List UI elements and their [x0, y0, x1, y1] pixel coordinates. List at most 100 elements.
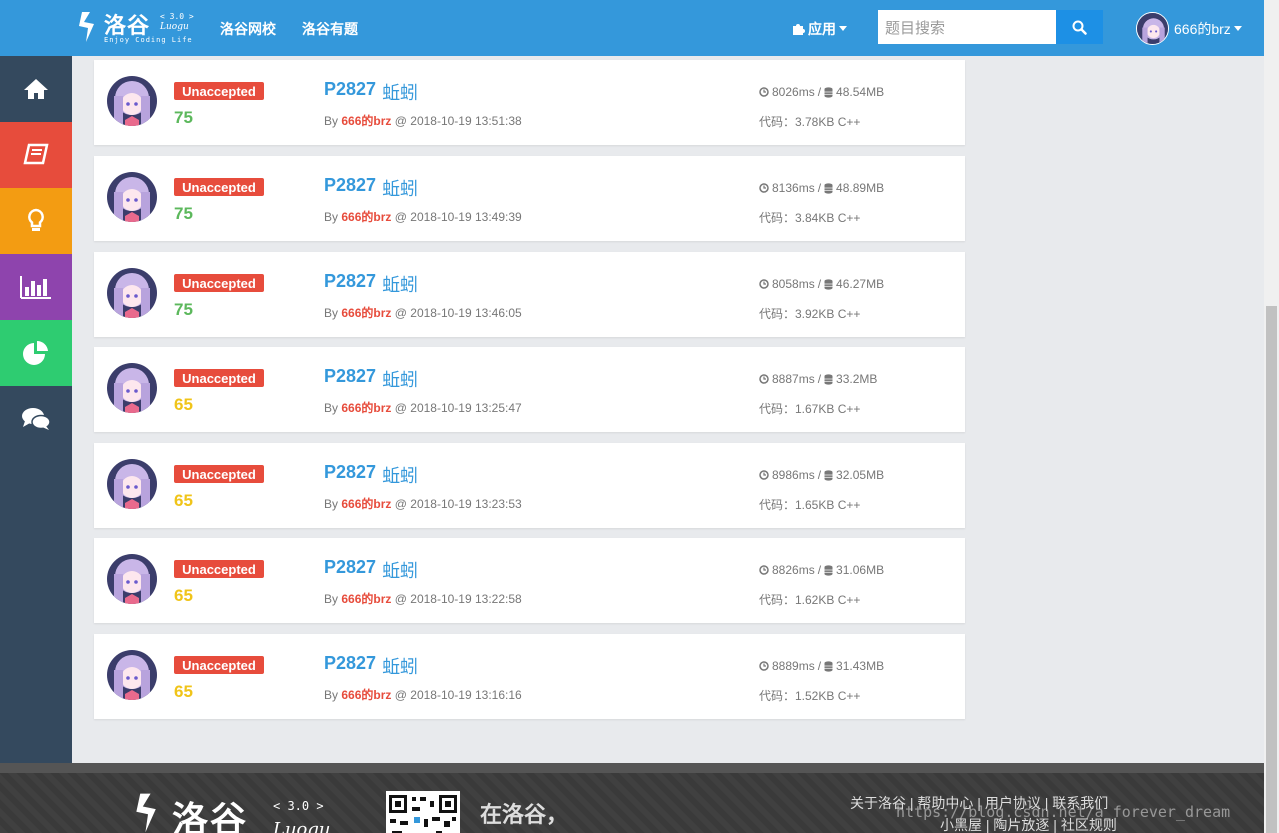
user-avatar[interactable]	[107, 76, 157, 126]
search-button[interactable]	[1056, 10, 1103, 44]
footer-logo-version: < 3.0 >	[273, 799, 324, 813]
status-badge[interactable]: Unaccepted	[174, 178, 264, 196]
nav-link-problems[interactable]: 洛谷有题	[302, 19, 358, 39]
by-label: By	[324, 114, 339, 128]
status-badge[interactable]: Unaccepted	[174, 560, 264, 578]
runtime: 8136ms	[772, 181, 815, 195]
by-label: By	[324, 497, 339, 511]
problem-link[interactable]: P2827 蚯蚓	[324, 462, 418, 488]
problem-link[interactable]: P2827 蚯蚓	[324, 557, 418, 583]
submitter-link[interactable]: 666的brz	[341, 497, 391, 511]
record-card[interactable]: Unaccepted 75 P2827 蚯蚓 By 666的brz @ 2018-10-…	[94, 60, 965, 145]
at-label: @	[394, 401, 407, 415]
bar-chart-icon	[20, 276, 51, 299]
user-avatar[interactable]	[107, 459, 157, 509]
memory: 32.05MB	[836, 468, 885, 482]
status-badge[interactable]: Unaccepted	[174, 656, 264, 674]
runtime: 8826ms	[772, 563, 815, 577]
clock-icon	[759, 183, 769, 193]
at-label: @	[394, 592, 407, 606]
status-badge[interactable]: Unaccepted	[174, 465, 264, 483]
problem-id: P2827	[324, 271, 377, 291]
problem-link[interactable]: P2827 蚯蚓	[324, 175, 418, 201]
submitter-link[interactable]: 666的brz	[341, 592, 391, 606]
status-badge[interactable]: Unaccepted	[174, 274, 264, 292]
submitter-link[interactable]: 666的brz	[341, 688, 391, 702]
book-icon	[23, 143, 49, 165]
submit-time: 2018-10-19 13:51:38	[410, 114, 522, 128]
problem-link[interactable]: P2827 蚯蚓	[324, 653, 418, 679]
footer-slogan: 在洛谷，	[480, 802, 569, 827]
separator: /	[817, 659, 822, 673]
sidebar-item-training[interactable]	[0, 188, 72, 254]
search-input[interactable]: 题目搜索	[878, 10, 1056, 44]
submitter-link[interactable]: 666的brz	[341, 114, 391, 128]
sidebar-item-problems[interactable]	[0, 122, 72, 188]
memory: 48.89MB	[836, 181, 885, 195]
problem-id: P2827	[324, 557, 377, 577]
search-placeholder: 题目搜索	[885, 18, 946, 37]
user-menu[interactable]: 666的brz	[1174, 19, 1242, 39]
separator: /	[817, 181, 822, 195]
sidebar-item-home[interactable]	[0, 56, 72, 122]
at-label: @	[394, 210, 407, 224]
database-icon	[824, 373, 833, 385]
lightbulb-icon	[28, 208, 44, 231]
code-info: 代码：1.67KB C++	[759, 402, 861, 416]
footer-logo-text: 洛谷	[172, 800, 249, 833]
record-card[interactable]: Unaccepted 65 P2827 蚯蚓 By 666的brz @ 2018-10-…	[94, 634, 965, 719]
score: 65	[174, 682, 193, 701]
avatar-image	[1137, 13, 1168, 44]
record-card[interactable]: Unaccepted 75 P2827 蚯蚓 By 666的brz @ 2018-10-…	[94, 252, 965, 337]
by-label: By	[324, 401, 339, 415]
memory: 48.54MB	[836, 85, 885, 99]
sidebar-item-records[interactable]	[0, 254, 72, 320]
status-badge[interactable]: Unaccepted	[174, 369, 264, 387]
user-avatar[interactable]	[107, 554, 157, 604]
nav-link-school[interactable]: 洛谷网校	[220, 19, 276, 39]
problem-link[interactable]: P2827 蚯蚓	[324, 271, 418, 297]
scrollbar[interactable]	[1264, 0, 1279, 833]
runtime: 8887ms	[772, 372, 815, 386]
app-menu[interactable]: 应用	[791, 19, 847, 39]
clock-icon	[759, 565, 769, 575]
submitter-link[interactable]: 666的brz	[341, 306, 391, 320]
score: 65	[174, 586, 193, 605]
problem-link[interactable]: P2827 蚯蚓	[324, 366, 418, 392]
score: 65	[174, 395, 193, 414]
sidebar-item-ranking[interactable]	[0, 320, 72, 386]
caret-down-icon	[1233, 26, 1242, 31]
clock-icon	[759, 374, 769, 384]
problem-link[interactable]: P2827 蚯蚓	[324, 79, 418, 105]
user-avatar[interactable]	[107, 172, 157, 222]
caret-down-icon	[839, 26, 847, 31]
luogu-logo[interactable]: 洛谷 < 3.0 > Luogu Enjoy Coding Life	[76, 8, 196, 48]
runtime: 8889ms	[772, 659, 815, 673]
performance: 8826ms/ 31.06MB	[759, 563, 884, 577]
comments-icon	[22, 408, 51, 430]
logo-mark-icon	[79, 12, 94, 42]
status-badge[interactable]: Unaccepted	[174, 82, 264, 100]
submit-time: 2018-10-19 13:23:53	[410, 497, 522, 511]
code-info: 代码：3.92KB C++	[759, 307, 861, 321]
performance: 8889ms/ 31.43MB	[759, 659, 884, 673]
submitter-link[interactable]: 666的brz	[341, 210, 391, 224]
at-label: @	[394, 114, 407, 128]
scrollbar-thumb[interactable]	[1266, 306, 1277, 833]
sidebar	[0, 56, 72, 763]
record-card[interactable]: Unaccepted 65 P2827 蚯蚓 By 666的brz @ 2018-10-…	[94, 443, 965, 528]
record-card[interactable]: Unaccepted 75 P2827 蚯蚓 By 666的brz @ 2018-10-…	[94, 156, 965, 241]
submit-time: 2018-10-19 13:49:39	[410, 210, 522, 224]
footer-logo-luogu: Luogu	[273, 819, 331, 833]
user-avatar[interactable]	[107, 650, 157, 700]
record-card[interactable]: Unaccepted 65 P2827 蚯蚓 By 666的brz @ 2018-10-…	[94, 538, 965, 623]
submit-time: 2018-10-19 13:46:05	[410, 306, 522, 320]
user-avatar[interactable]	[107, 363, 157, 413]
record-card[interactable]: Unaccepted 65 P2827 蚯蚓 By 666的brz @ 2018-10-…	[94, 347, 965, 432]
user-avatar[interactable]	[1136, 12, 1169, 45]
user-avatar[interactable]	[107, 268, 157, 318]
submitter-link[interactable]: 666的brz	[341, 401, 391, 415]
logo-version: < 3.0 >	[160, 12, 194, 21]
sidebar-item-discuss[interactable]	[0, 386, 72, 452]
database-icon	[824, 564, 833, 576]
